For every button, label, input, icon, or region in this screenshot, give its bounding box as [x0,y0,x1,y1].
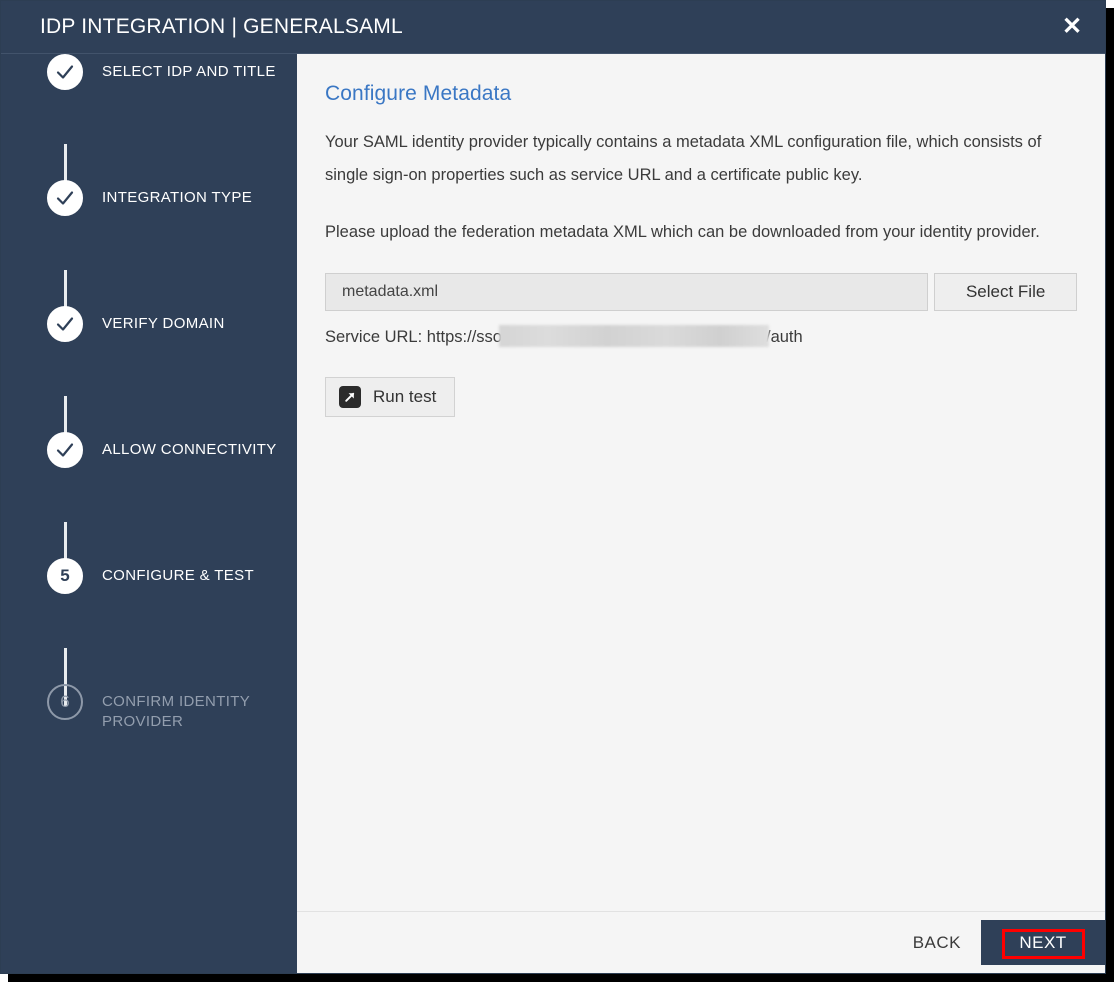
step-status-check-icon [47,180,83,216]
service-url-suffix: /auth [765,328,803,346]
run-test-button[interactable]: Run test [325,377,456,417]
sidebar-step-verify-domain[interactable]: VERIFY DOMAIN [1,306,297,454]
sidebar-step-integration-type[interactable]: INTEGRATION TYPE [1,180,297,328]
metadata-file-input[interactable] [325,273,929,311]
sidebar-step-configure-and-test[interactable]: 5 CONFIGURE & TEST [1,558,297,706]
sidebar-step-confirm-identity-provider[interactable]: 6 CONFIRM IDENTITY PROVIDER [1,684,297,732]
step-status-check-icon [47,306,83,342]
idp-integration-wizard-dialog: IDP INTEGRATION | GENERALSAML ✕ SELECT I… [0,0,1106,974]
description-paragraph-1: Your SAML identity provider typically co… [325,133,1042,184]
description-paragraph-2: Please upload the federation metadata XM… [325,223,1040,241]
sidebar-step-select-idp-and-title[interactable]: SELECT IDP AND TITLE [1,54,297,202]
sidebar-step-label: SELECT IDP AND TITLE [102,63,276,80]
external-link-arrow-icon [339,386,361,408]
service-url-text: Service URL: https://sso/auth [325,325,1077,349]
wizard-step-sidebar: SELECT IDP AND TITLE INTEGRATION TYPE VE… [1,54,297,973]
metadata-file-row: Select File [325,273,1077,311]
wizard-footer: BACK NEXT [297,911,1105,973]
service-url-prefix: Service URL: https://sso [325,328,502,346]
select-file-button[interactable]: Select File [934,273,1077,311]
step-marker [42,306,88,342]
sidebar-step-label: CONFIGURE & TEST [102,567,255,584]
sidebar-step-allow-connectivity[interactable]: ALLOW CONNECTIVITY [1,432,297,580]
sidebar-step-label: INTEGRATION TYPE [102,189,253,206]
close-icon[interactable]: ✕ [1057,12,1087,42]
step-marker [42,180,88,216]
step-marker [42,54,88,90]
step-number-badge: 6 [47,684,83,720]
step-number-badge: 5 [47,558,83,594]
back-button[interactable]: BACK [907,932,967,954]
step-list: SELECT IDP AND TITLE INTEGRATION TYPE VE… [1,54,297,732]
service-url-redaction [498,325,769,347]
page-title: Configure Metadata [325,82,512,105]
wizard-content-panel: Configure Metadata Your SAML identity pr… [297,54,1105,973]
sidebar-step-label: ALLOW CONNECTIVITY [102,441,277,458]
configure-metadata-section: Configure Metadata Your SAML identity pr… [297,54,1105,912]
dialog-titlebar: IDP INTEGRATION | GENERALSAML ✕ [1,1,1105,54]
dialog-title: IDP INTEGRATION | GENERALSAML [40,15,403,38]
sidebar-step-label: CONFIRM IDENTITY PROVIDER [102,693,250,730]
sidebar-step-label: VERIFY DOMAIN [102,315,225,332]
step-status-check-icon [47,432,83,468]
step-marker: 5 [42,558,88,594]
run-test-label: Run test [373,387,437,406]
step-marker: 6 [42,684,88,720]
step-marker [42,432,88,468]
step-status-check-icon [47,54,83,90]
next-button[interactable]: NEXT [981,920,1105,965]
